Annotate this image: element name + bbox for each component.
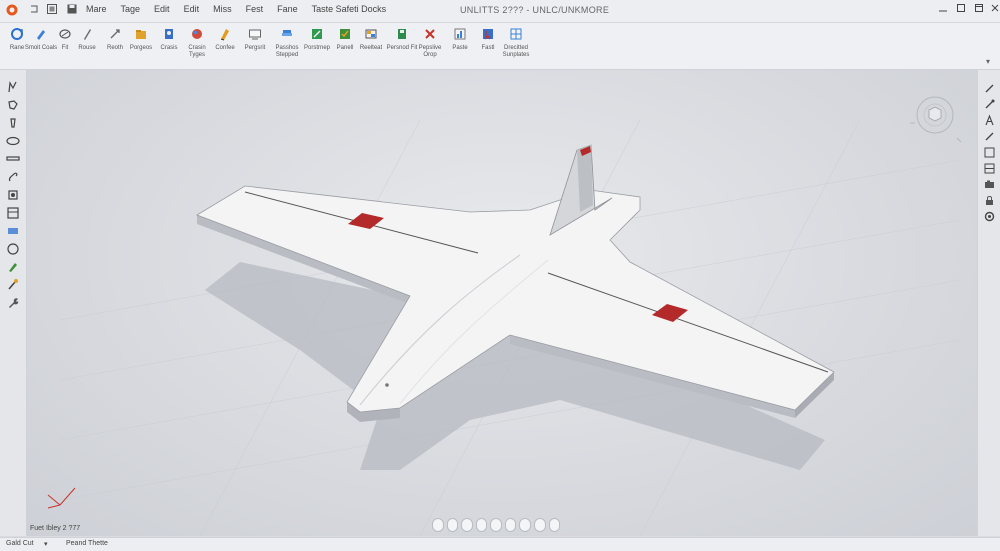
menu-item[interactable]: Taste Safeti Docks bbox=[312, 4, 387, 14]
status-bar: Gald Cut ▾ Peand Thette bbox=[0, 537, 1000, 551]
left-toolbar bbox=[0, 70, 27, 536]
check-icon bbox=[340, 29, 350, 39]
ribbon-toolbar: Rane Smoit Coals Fit Rouse Reoth Porgeos… bbox=[0, 23, 1000, 70]
save-icon[interactable] bbox=[64, 3, 80, 19]
cloud-icon[interactable] bbox=[6, 134, 20, 148]
close-window-icon[interactable] bbox=[988, 3, 1000, 17]
confee-button[interactable]: Confee bbox=[208, 27, 242, 52]
viewport-settings-button[interactable] bbox=[548, 518, 561, 532]
sketch-icon bbox=[220, 29, 229, 41]
copy-icon[interactable] bbox=[6, 188, 20, 202]
menu-item[interactable]: Fest bbox=[246, 4, 264, 14]
cube-icon bbox=[312, 29, 322, 39]
select-icon[interactable] bbox=[6, 80, 20, 94]
text-icon[interactable] bbox=[983, 114, 996, 127]
right-toolbar bbox=[977, 70, 1000, 536]
window-title: UNLITTS 2??? - UNLC/UNKMORE bbox=[460, 5, 610, 15]
redo-icon[interactable] bbox=[44, 3, 60, 19]
wrench-icon[interactable] bbox=[6, 296, 20, 310]
grid-button[interactable] bbox=[519, 518, 531, 532]
line-icon[interactable] bbox=[6, 152, 20, 166]
snap-button[interactable] bbox=[533, 518, 546, 532]
ribbon-label: Pergsrit bbox=[244, 45, 266, 51]
measure-icon[interactable] bbox=[983, 130, 996, 143]
3d-viewport[interactable]: Fuet Ibley 2 ?77 bbox=[27, 70, 977, 536]
app-logo-icon[interactable] bbox=[4, 3, 20, 19]
ribbon-label: Reelteat bbox=[359, 45, 383, 51]
lasso-icon[interactable] bbox=[6, 98, 20, 112]
table-icon[interactable] bbox=[6, 206, 20, 220]
shape-icon[interactable] bbox=[6, 224, 20, 238]
display-icon[interactable] bbox=[983, 162, 996, 175]
circle-icon[interactable] bbox=[6, 242, 20, 256]
mount-hole bbox=[385, 383, 389, 387]
section-icon[interactable] bbox=[983, 146, 996, 159]
view-cube-icon[interactable] bbox=[905, 93, 961, 143]
ribbon-label: Drecitted Sunplates bbox=[502, 45, 530, 58]
menu-item[interactable]: Tage bbox=[121, 4, 141, 14]
cursor-icon bbox=[483, 29, 493, 40]
move-icon bbox=[110, 29, 120, 39]
display-mode-button[interactable] bbox=[504, 518, 517, 532]
restore-icon[interactable] bbox=[972, 3, 986, 17]
magic-icon[interactable] bbox=[6, 278, 20, 292]
image-icon bbox=[365, 29, 377, 39]
menu-item[interactable]: Edit bbox=[154, 4, 170, 14]
globe-icon bbox=[192, 29, 202, 39]
status-dropdown-icon[interactable]: ▾ bbox=[44, 540, 48, 548]
fit-view-button[interactable] bbox=[490, 518, 502, 532]
ribbon-collapse-icon[interactable]: ▾ bbox=[986, 57, 990, 66]
menu-bar: Mare Tage Edit Edit Miss Fest Fane Taste… bbox=[86, 4, 386, 14]
settings-icon[interactable] bbox=[983, 210, 996, 223]
orbit-button[interactable] bbox=[432, 518, 444, 532]
save-icon bbox=[398, 29, 406, 39]
minimize-icon[interactable] bbox=[936, 3, 950, 17]
lock-icon[interactable] bbox=[983, 194, 996, 207]
grid-icon bbox=[510, 28, 522, 40]
rotate-icon[interactable] bbox=[983, 82, 996, 95]
drecitted-sunplates-button[interactable]: Drecitted Sunplates bbox=[499, 27, 533, 59]
menu-item[interactable]: Mare bbox=[86, 4, 107, 14]
camera-icon[interactable] bbox=[983, 178, 996, 191]
layers-icon bbox=[282, 30, 292, 36]
close-icon bbox=[425, 29, 435, 39]
status-left[interactable]: Gald Cut bbox=[6, 540, 34, 547]
pan-icon[interactable] bbox=[983, 98, 996, 111]
undo-icon[interactable] bbox=[26, 3, 42, 19]
reelteat-button[interactable]: Reelteat bbox=[354, 27, 388, 52]
screen-icon bbox=[249, 29, 261, 40]
pan-button[interactable] bbox=[475, 518, 488, 532]
link-icon[interactable] bbox=[6, 170, 20, 184]
maximize-icon[interactable] bbox=[954, 3, 968, 17]
status-middle: Peand Thette bbox=[66, 540, 108, 547]
ribbon-label: Pepslive Orop bbox=[418, 45, 442, 58]
viewport-label: Fuet Ibley 2 ?77 bbox=[30, 525, 81, 532]
pen-icon bbox=[84, 29, 91, 40]
title-bar: Mare Tage Edit Edit Miss Fest Fane Taste… bbox=[0, 0, 1000, 23]
menu-item[interactable]: Miss bbox=[213, 4, 232, 14]
pepslive-orop-button[interactable]: Pepslive Orop bbox=[413, 27, 447, 59]
ribbon-label: Passhos Stepped bbox=[275, 45, 299, 58]
user-icon bbox=[165, 29, 173, 39]
model-scene bbox=[47, 119, 961, 536]
circle-arrow-icon bbox=[11, 28, 23, 40]
menu-item[interactable]: Fane bbox=[277, 4, 298, 14]
ribbon-label: Confee bbox=[215, 45, 235, 51]
pergsrit-button[interactable]: Pergsrit bbox=[238, 27, 272, 52]
passhos-stepped-button[interactable]: Passhos Stepped bbox=[270, 27, 304, 59]
sketch-pencil-icon[interactable] bbox=[6, 260, 20, 274]
folder-icon bbox=[136, 30, 146, 39]
chart-icon bbox=[454, 28, 466, 40]
menu-item[interactable]: Edit bbox=[184, 4, 200, 14]
pencil-icon bbox=[37, 30, 45, 40]
zoom-button[interactable] bbox=[461, 518, 473, 532]
brush-icon[interactable] bbox=[6, 116, 20, 130]
navigation-bar bbox=[432, 517, 561, 533]
look-button[interactable] bbox=[446, 518, 459, 532]
